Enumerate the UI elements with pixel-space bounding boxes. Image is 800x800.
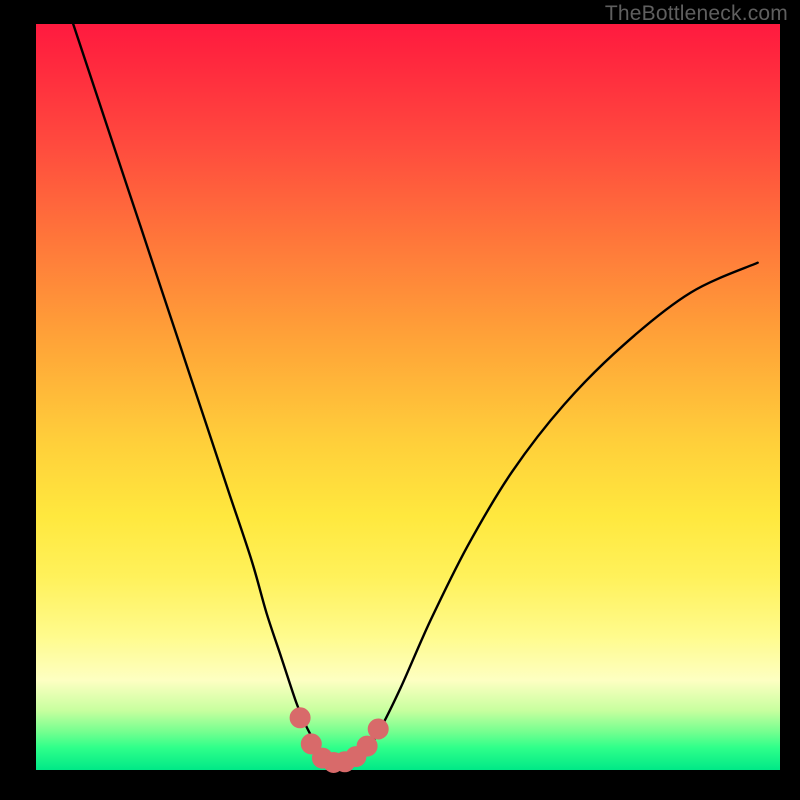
bottleneck-curve <box>73 24 758 763</box>
trough-markers-group <box>290 708 388 773</box>
chart-frame: TheBottleneck.com <box>0 0 800 800</box>
plot-area <box>36 24 780 770</box>
curve-svg <box>36 24 780 770</box>
trough-marker <box>357 736 377 756</box>
trough-marker <box>368 719 388 739</box>
watermark-text: TheBottleneck.com <box>605 2 788 26</box>
trough-marker <box>290 708 310 728</box>
